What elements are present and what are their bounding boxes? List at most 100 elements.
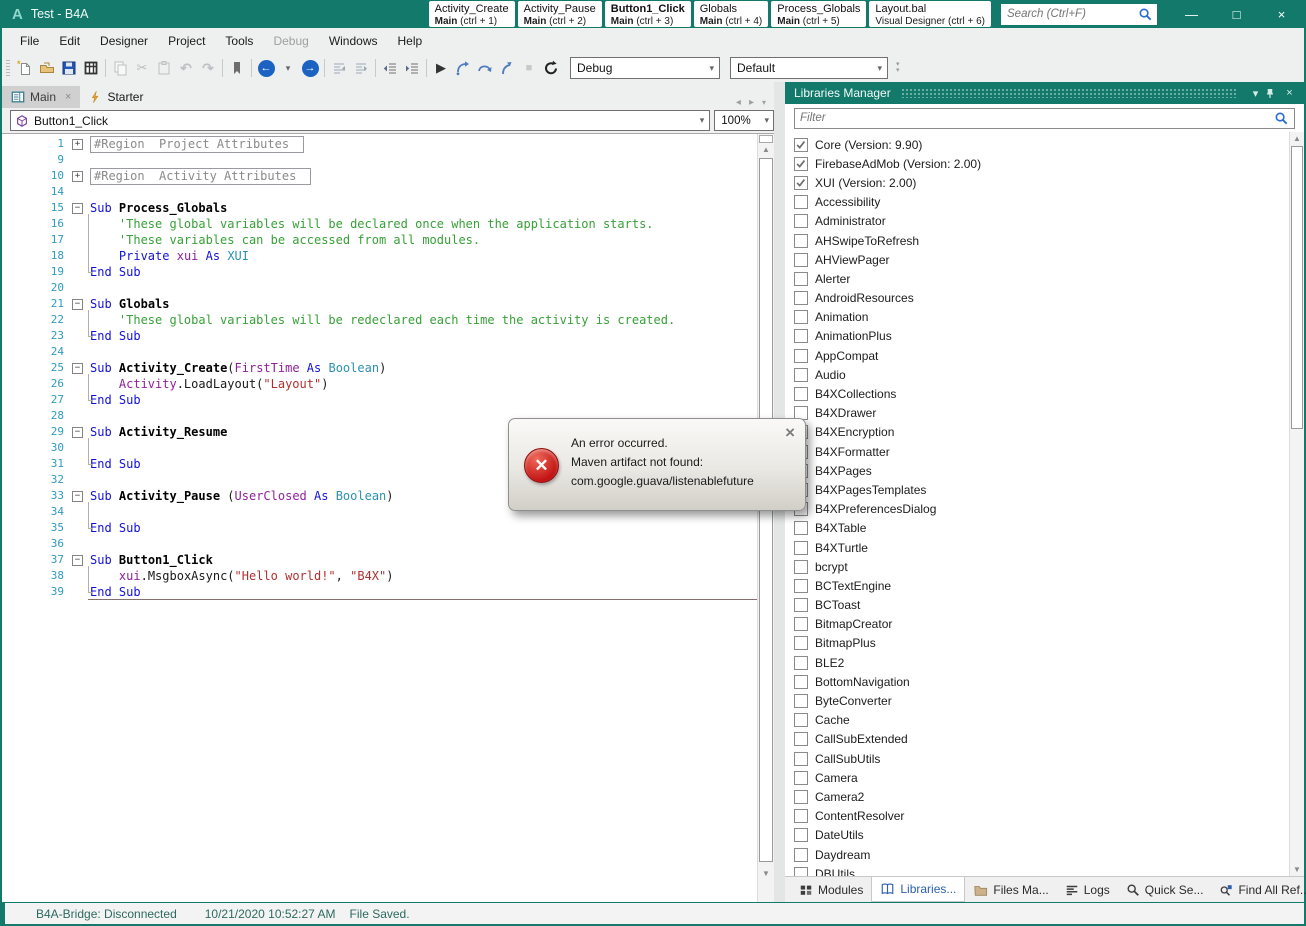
line-number[interactable]: 16 xyxy=(2,216,72,232)
toolbar-grip[interactable] xyxy=(6,60,10,76)
collapse-icon[interactable]: − xyxy=(72,491,83,502)
collapsed-region[interactable]: #Region Project Attributes xyxy=(90,136,304,153)
line-number[interactable]: 32 xyxy=(2,472,72,488)
menu-project[interactable]: Project xyxy=(158,28,215,54)
checkbox-icon[interactable] xyxy=(794,541,808,555)
nav-forward-icon[interactable]: → xyxy=(299,57,321,79)
checkbox-icon[interactable] xyxy=(794,675,808,689)
filter-box[interactable] xyxy=(794,108,1295,129)
step-over-icon[interactable] xyxy=(474,57,496,79)
panel-tab-modules[interactable]: Modules xyxy=(791,877,871,902)
quick-jump-tab-process-globals[interactable]: Process_GlobalsMain (ctrl + 5) xyxy=(771,1,866,27)
code-line-1[interactable]: 1+ #Region Project Attributes xyxy=(2,136,757,152)
editor-scrollbar[interactable]: ▲ ▼ xyxy=(757,134,774,902)
minimize-button[interactable]: — xyxy=(1169,0,1214,28)
tab-close-icon[interactable]: × xyxy=(65,91,71,103)
checkbox-icon[interactable] xyxy=(794,387,808,401)
line-number[interactable]: 17 xyxy=(2,232,72,248)
checkbox-checked-icon[interactable] xyxy=(794,157,808,171)
indent-icon[interactable] xyxy=(401,57,423,79)
nav-back-caret-icon[interactable]: ▾ xyxy=(277,57,299,79)
code-line-10[interactable]: 10+#Region Activity Attributes xyxy=(2,168,757,184)
line-number[interactable]: 36 xyxy=(2,536,72,552)
step-into-icon[interactable] xyxy=(452,57,474,79)
panel-tab-find-all-ref[interactable]: Find All Ref... xyxy=(1211,877,1306,902)
code-line-39[interactable]: 39End Sub xyxy=(2,584,757,600)
reformat2-icon[interactable] xyxy=(350,57,372,79)
code-line-22[interactable]: 22 'These global variables will be redec… xyxy=(2,312,757,328)
line-number[interactable]: 18 xyxy=(2,248,72,264)
code-line-37[interactable]: 37−Sub Button1_Click xyxy=(2,552,757,568)
code-line-27[interactable]: 27End Sub xyxy=(2,392,757,408)
line-number[interactable]: 28 xyxy=(2,408,72,424)
collapse-icon[interactable]: − xyxy=(72,555,83,566)
checkbox-icon[interactable] xyxy=(794,790,808,804)
menu-windows[interactable]: Windows xyxy=(319,28,388,54)
menu-edit[interactable]: Edit xyxy=(49,28,90,54)
line-number[interactable]: 23 xyxy=(2,328,72,344)
editor-split-handle[interactable] xyxy=(759,135,773,143)
panel-drag-texture[interactable] xyxy=(901,88,1237,98)
scroll-down-icon[interactable]: ▼ xyxy=(758,869,774,878)
new-file-icon[interactable]: * xyxy=(14,57,36,79)
run-icon[interactable]: ▶ xyxy=(430,57,452,79)
checkbox-icon[interactable] xyxy=(794,617,808,631)
line-number[interactable]: 27 xyxy=(2,392,72,408)
menu-debug[interactable]: Debug xyxy=(263,28,318,54)
tab-list-icon[interactable]: ▾ xyxy=(762,98,766,107)
line-number[interactable]: 15 xyxy=(2,200,72,216)
panel-close-icon[interactable]: × xyxy=(1281,87,1298,99)
line-number[interactable]: 37 xyxy=(2,552,72,568)
tab-scroll-left-icon[interactable]: ◂ xyxy=(736,97,741,108)
panel-tab-libraries[interactable]: Libraries... xyxy=(871,877,965,902)
bookmark-icon[interactable] xyxy=(226,57,248,79)
restart-icon[interactable] xyxy=(540,57,562,79)
redo-icon[interactable]: ↷ xyxy=(197,57,219,79)
line-number[interactable]: 14 xyxy=(2,184,72,200)
code-line-26[interactable]: 26 Activity.LoadLayout("Layout") xyxy=(2,376,757,392)
quick-jump-tab-activity-pause[interactable]: Activity_PauseMain (ctrl + 2) xyxy=(518,1,602,27)
scroll-up-icon[interactable]: ▲ xyxy=(1290,134,1304,143)
line-number[interactable]: 26 xyxy=(2,376,72,392)
collapse-icon[interactable]: − xyxy=(72,427,83,438)
search-box[interactable] xyxy=(1001,4,1157,25)
close-button[interactable]: × xyxy=(1259,0,1304,28)
code-line-21[interactable]: 21−Sub Globals xyxy=(2,296,757,312)
stop-icon[interactable]: ■ xyxy=(518,57,540,79)
expand-icon[interactable]: + xyxy=(72,171,83,182)
line-number[interactable]: 34 xyxy=(2,504,72,520)
checkbox-icon[interactable] xyxy=(794,694,808,708)
save-icon[interactable] xyxy=(58,57,80,79)
export-icon[interactable] xyxy=(80,57,102,79)
line-number[interactable]: 33 xyxy=(2,488,72,504)
menu-file[interactable]: File xyxy=(10,28,49,54)
panel-menu-icon[interactable]: ▾ xyxy=(1247,87,1264,100)
line-number[interactable]: 25 xyxy=(2,360,72,376)
panel-tab-quick-se[interactable]: Quick Se... xyxy=(1118,877,1212,902)
nav-back-icon[interactable]: ← xyxy=(255,57,277,79)
quick-jump-tab-activity-create[interactable]: Activity_CreateMain (ctrl + 1) xyxy=(429,1,515,27)
checkbox-icon[interactable] xyxy=(794,771,808,785)
toolbar-overflow-icon[interactable]: ▾▾ xyxy=(896,62,900,74)
quick-jump-tab-button1-click[interactable]: Button1_ClickMain (ctrl + 3) xyxy=(605,1,691,27)
filter-input[interactable] xyxy=(800,112,1274,124)
checkbox-icon[interactable] xyxy=(794,560,808,574)
line-number[interactable]: 9 xyxy=(2,152,72,168)
expand-icon[interactable]: + xyxy=(72,139,83,150)
collapse-icon[interactable]: − xyxy=(72,203,83,214)
checkbox-icon[interactable] xyxy=(794,272,808,286)
code-line-25[interactable]: 25−Sub Activity_Create(FirstTime As Bool… xyxy=(2,360,757,376)
search-icon[interactable] xyxy=(1138,7,1153,22)
line-number[interactable]: 19 xyxy=(2,264,72,280)
popup-close-icon[interactable]: × xyxy=(785,423,795,443)
checkbox-icon[interactable] xyxy=(794,598,808,612)
checkbox-icon[interactable] xyxy=(794,310,808,324)
menu-designer[interactable]: Designer xyxy=(90,28,158,54)
line-number[interactable]: 1 xyxy=(2,136,72,152)
build-config-select[interactable]: Default ▾ xyxy=(730,57,888,79)
quick-jump-tab-globals[interactable]: GlobalsMain (ctrl + 4) xyxy=(694,1,769,27)
menu-tools[interactable]: Tools xyxy=(215,28,263,54)
checkbox-icon[interactable] xyxy=(794,752,808,766)
line-number[interactable]: 21 xyxy=(2,296,72,312)
code-line-38[interactable]: 38 xui.MsgboxAsync("Hello world!", "B4X"… xyxy=(2,568,757,584)
